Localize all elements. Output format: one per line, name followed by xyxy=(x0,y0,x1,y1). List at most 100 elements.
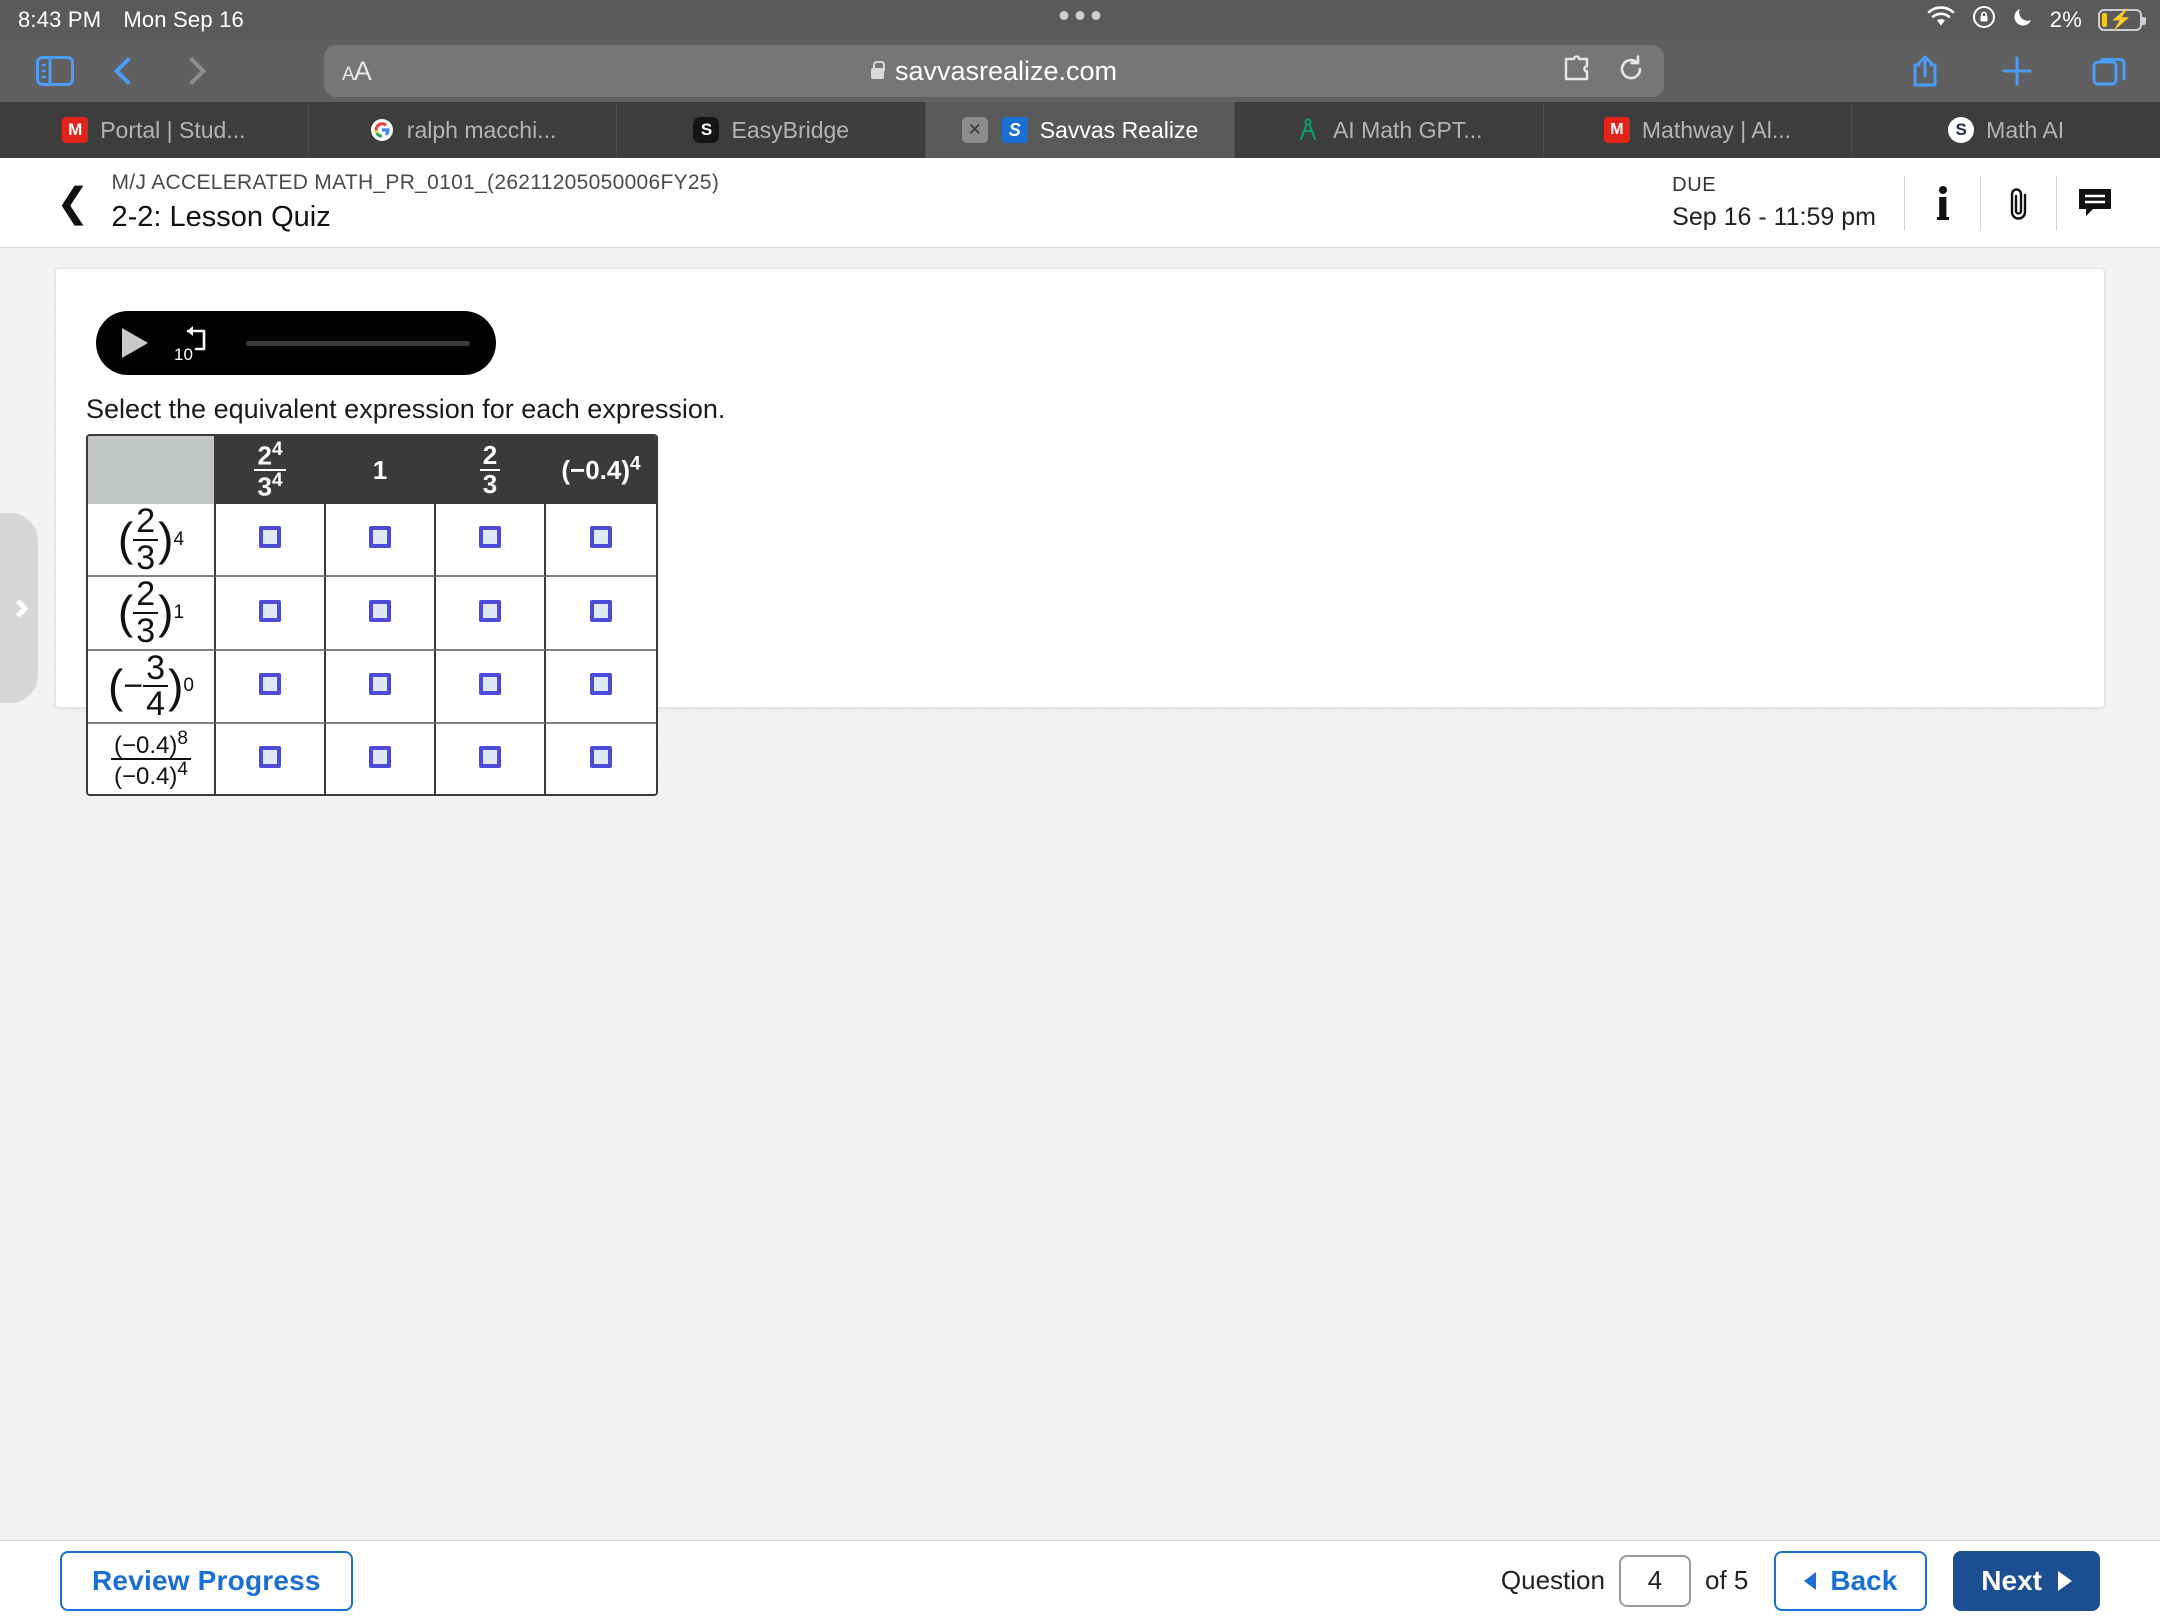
checkbox-cell-r3c2[interactable] xyxy=(326,650,436,725)
lesson-title-block: M/J ACCELERATED MATH_PR_0101_(2621120505… xyxy=(112,171,720,234)
checkbox-cell-r4c1[interactable] xyxy=(216,724,326,795)
next-button-label: Next xyxy=(1981,1564,2042,1596)
lock-icon xyxy=(870,60,886,79)
question-counter: Question 4 of 5 xyxy=(1501,1554,1749,1607)
back-chevron-icon[interactable]: ❮ xyxy=(28,183,112,223)
url-text: savvasrealize.com xyxy=(894,55,1118,86)
browser-tab-math-ai[interactable]: S Math AI xyxy=(1852,102,2160,158)
checkbox-cell-r1c4[interactable] xyxy=(546,504,656,578)
comment-icon[interactable] xyxy=(2056,175,2132,230)
status-right: 2% ⚡ xyxy=(1926,5,2160,35)
portal-favicon: M xyxy=(62,117,89,143)
paperclip-icon[interactable] xyxy=(1980,175,2056,230)
checkbox[interactable] xyxy=(479,672,501,695)
due-block: DUE Sep 16 - 11:59 pm xyxy=(1672,174,1904,232)
checkbox-cell-r4c3[interactable] xyxy=(436,724,546,795)
table-corner-cell xyxy=(88,436,216,504)
checkbox-cell-r1c2[interactable] xyxy=(326,504,436,578)
audio-progress-track[interactable] xyxy=(246,340,470,346)
review-progress-button[interactable]: Review Progress xyxy=(60,1550,353,1611)
rewind-seconds: 10 xyxy=(174,345,193,364)
checkbox-cell-r2c2[interactable] xyxy=(326,577,436,651)
side-drawer-toggle[interactable] xyxy=(0,513,38,703)
checkbox-cell-r2c3[interactable] xyxy=(436,577,546,651)
checkbox-cell-r2c1[interactable] xyxy=(216,577,326,651)
browser-tab-portal[interactable]: M Portal | Stud... xyxy=(0,102,309,158)
question-card: 10 Select the equivalent expression for … xyxy=(55,268,2105,797)
play-icon[interactable] xyxy=(122,328,148,358)
url-display: savvasrealize.com xyxy=(324,56,1664,87)
column-header-3: 23 xyxy=(436,436,546,504)
checkbox[interactable] xyxy=(259,599,281,622)
easybridge-favicon: S xyxy=(693,117,720,143)
checkbox[interactable] xyxy=(369,745,391,768)
browser-tab-ai-math-gpt[interactable]: AI Math GPT... xyxy=(1235,102,1544,158)
checkbox-cell-r4c4[interactable] xyxy=(546,724,656,795)
checkbox[interactable] xyxy=(259,745,281,768)
browser-tab-mathway[interactable]: M Mathway | Al... xyxy=(1544,102,1853,158)
close-icon[interactable]: ✕ xyxy=(961,117,988,143)
rotation-lock-icon xyxy=(1972,5,1996,35)
address-bar[interactable]: AA savvasrealize.com xyxy=(324,45,1664,97)
reload-icon[interactable] xyxy=(1616,54,1646,89)
quiz-bottom-bar: Review Progress Question 4 of 5 Back Nex… xyxy=(0,1540,2160,1620)
checkbox[interactable] xyxy=(259,672,281,695)
ios-status-bar: 8:43 PM Mon Sep 16 2% ⚡ xyxy=(0,0,2160,40)
navigation-controls xyxy=(22,56,207,86)
checkbox-cell-r1c1[interactable] xyxy=(216,504,326,578)
checkbox[interactable] xyxy=(590,672,612,695)
checkbox[interactable] xyxy=(590,599,612,622)
row-label-1: (2 3) 4 xyxy=(88,504,216,578)
back-chevron-icon[interactable] xyxy=(113,56,143,86)
table-header-row: 24 34 1 23 (−0.4)4 xyxy=(88,436,656,504)
tab-strip: M Portal | Stud... ralph macchi... S Eas… xyxy=(0,102,2160,158)
battery-charging-icon: ⚡ xyxy=(2098,9,2146,31)
checkbox-cell-r3c1[interactable] xyxy=(216,650,326,725)
checkbox-cell-r2c4[interactable] xyxy=(546,577,656,651)
checkbox[interactable] xyxy=(479,599,501,622)
share-icon[interactable] xyxy=(1908,53,1942,89)
info-icon[interactable] xyxy=(1904,175,1980,230)
checkbox[interactable] xyxy=(590,526,612,549)
due-date: Sep 16 - 11:59 pm xyxy=(1672,202,1876,231)
text-size-aa-button[interactable]: AA xyxy=(342,56,372,87)
back-button[interactable]: Back xyxy=(1774,1550,1928,1611)
browser-tab-ralph-macchio[interactable]: ralph macchi... xyxy=(309,102,618,158)
triangle-right-icon xyxy=(2058,1570,2072,1591)
next-button[interactable]: Next xyxy=(1953,1550,2100,1611)
audio-player[interactable]: 10 xyxy=(96,311,496,375)
quiz-content-area: 10 Select the equivalent expression for … xyxy=(0,248,2160,1540)
puzzle-piece-icon[interactable] xyxy=(1562,54,1594,88)
question-total-label: of 5 xyxy=(1704,1565,1749,1595)
plus-icon[interactable] xyxy=(2000,54,2034,88)
checkbox[interactable] xyxy=(479,745,501,768)
browser-tab-savvas-realize[interactable]: ✕ S Savvas Realize xyxy=(926,102,1235,158)
question-number-input[interactable]: 4 xyxy=(1618,1554,1691,1607)
mathway-favicon: M xyxy=(1603,117,1630,143)
checkbox-cell-r4c2[interactable] xyxy=(326,724,436,795)
tab-overview-icon[interactable] xyxy=(2092,54,2128,88)
checkbox-cell-r3c3[interactable] xyxy=(436,650,546,725)
table-row: (−0.4)8 (−0.4)4 xyxy=(88,724,656,795)
checkbox-cell-r1c3[interactable] xyxy=(436,504,546,578)
checkbox-cell-r3c4[interactable] xyxy=(546,650,656,725)
checkbox[interactable] xyxy=(369,672,391,695)
table-row: (2 3) 4 xyxy=(88,504,656,578)
header-right: DUE Sep 16 - 11:59 pm xyxy=(1672,174,2132,232)
sidebar-icon[interactable] xyxy=(36,56,74,86)
status-time: 8:43 PM xyxy=(18,7,102,32)
checkbox[interactable] xyxy=(369,599,391,622)
row-label-4: (−0.4)8 (−0.4)4 xyxy=(88,724,216,795)
tab-title: AI Math GPT... xyxy=(1332,116,1483,143)
checkbox[interactable] xyxy=(369,526,391,549)
browser-tab-easybridge[interactable]: S EasyBridge xyxy=(617,102,927,158)
tab-title: Portal | Stud... xyxy=(100,116,246,143)
checkbox[interactable] xyxy=(590,745,612,768)
rewind-10-icon[interactable]: 10 xyxy=(174,323,220,364)
column-header-1: 24 34 xyxy=(216,436,326,504)
wifi-icon xyxy=(1926,6,1956,34)
quiz-navigation: Question 4 of 5 Back Next xyxy=(1501,1550,2100,1611)
compass-favicon xyxy=(1295,117,1321,143)
checkbox[interactable] xyxy=(479,526,501,549)
checkbox[interactable] xyxy=(259,526,281,549)
